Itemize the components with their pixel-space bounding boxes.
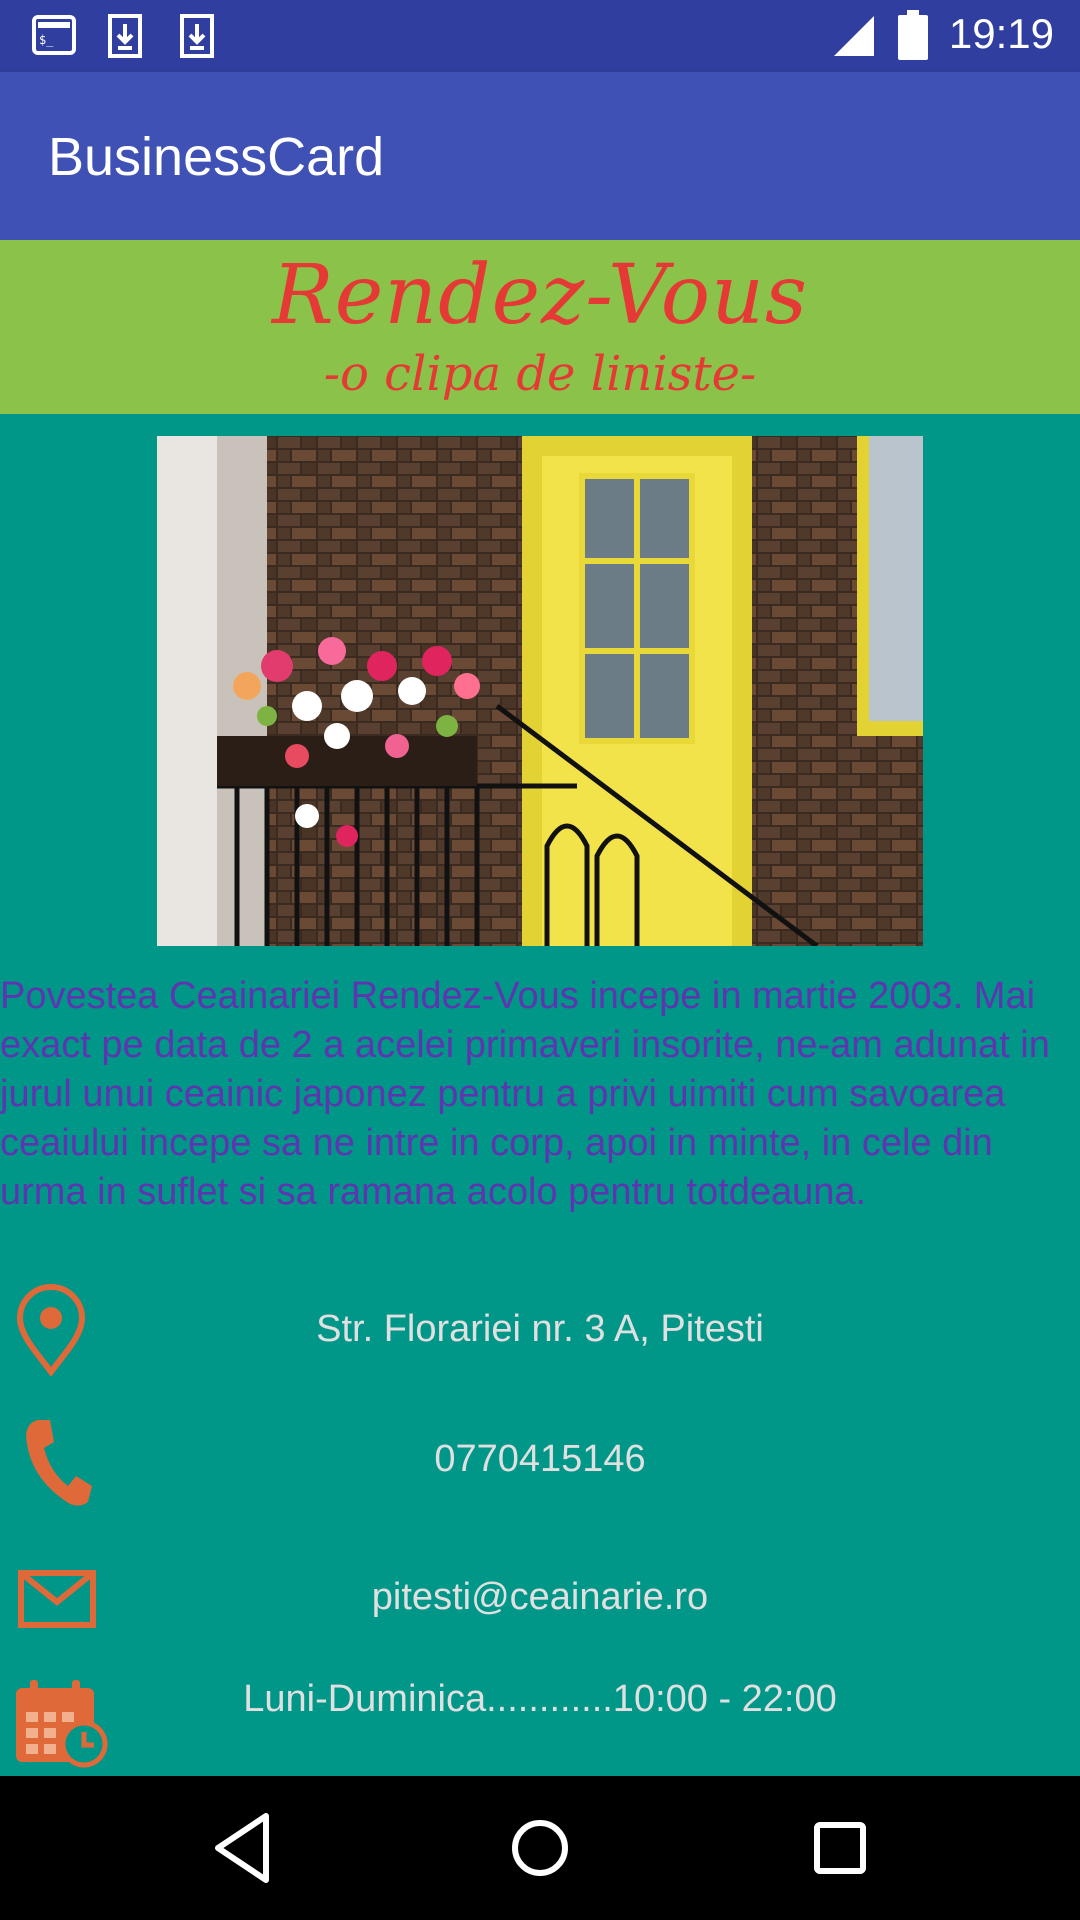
battery-icon xyxy=(898,10,928,60)
navigation-bar xyxy=(0,1776,1080,1920)
recents-icon[interactable] xyxy=(812,1810,868,1886)
terminal-icon: $_ xyxy=(32,15,76,55)
mail-icon xyxy=(18,1570,96,1628)
address-text: Str. Florariei nr. 3 A, Pitesti xyxy=(316,1308,764,1350)
status-time: 19:19 xyxy=(948,10,1054,57)
svg-text:$_: $_ xyxy=(39,33,54,47)
email-text: pitesti@ceainarie.ro xyxy=(371,1576,709,1618)
app-bar: BusinessCard xyxy=(0,72,1080,240)
banner-title: Rendez-Vous xyxy=(272,248,808,343)
download-icon xyxy=(108,14,142,58)
location-pin-icon xyxy=(16,1284,86,1376)
storefront-illustration xyxy=(157,436,923,946)
phone-row[interactable]: 0770415146 xyxy=(0,1410,1080,1530)
storefront-photo xyxy=(157,436,923,946)
signal-icon xyxy=(834,16,874,56)
phone-icon xyxy=(26,1420,92,1506)
phone-text: 0770415146 xyxy=(434,1438,646,1480)
download-icon xyxy=(180,14,214,58)
calendar-clock-icon xyxy=(16,1680,108,1768)
hours-text: Luni-Duminica............10:00 - 22:00 xyxy=(243,1678,837,1720)
app-title: BusinessCard xyxy=(48,127,385,187)
story-text: Povestea Ceainariei Rendez-Vous incepe i… xyxy=(0,975,1050,1213)
back-icon[interactable] xyxy=(210,1810,274,1886)
address-row[interactable]: Str. Florariei nr. 3 A, Pitesti xyxy=(0,1280,1080,1400)
email-row[interactable]: pitesti@ceainarie.ro xyxy=(0,1548,1080,1668)
banner: Rendez-Vous -o clipa de liniste- xyxy=(0,240,1080,414)
status-bar: $_ 19:19 xyxy=(0,0,1080,72)
hours-row: Luni-Duminica............10:00 - 22:00 xyxy=(0,1668,1080,1788)
home-icon[interactable] xyxy=(510,1810,570,1886)
banner-subtitle: -o clipa de liniste- xyxy=(323,346,757,402)
